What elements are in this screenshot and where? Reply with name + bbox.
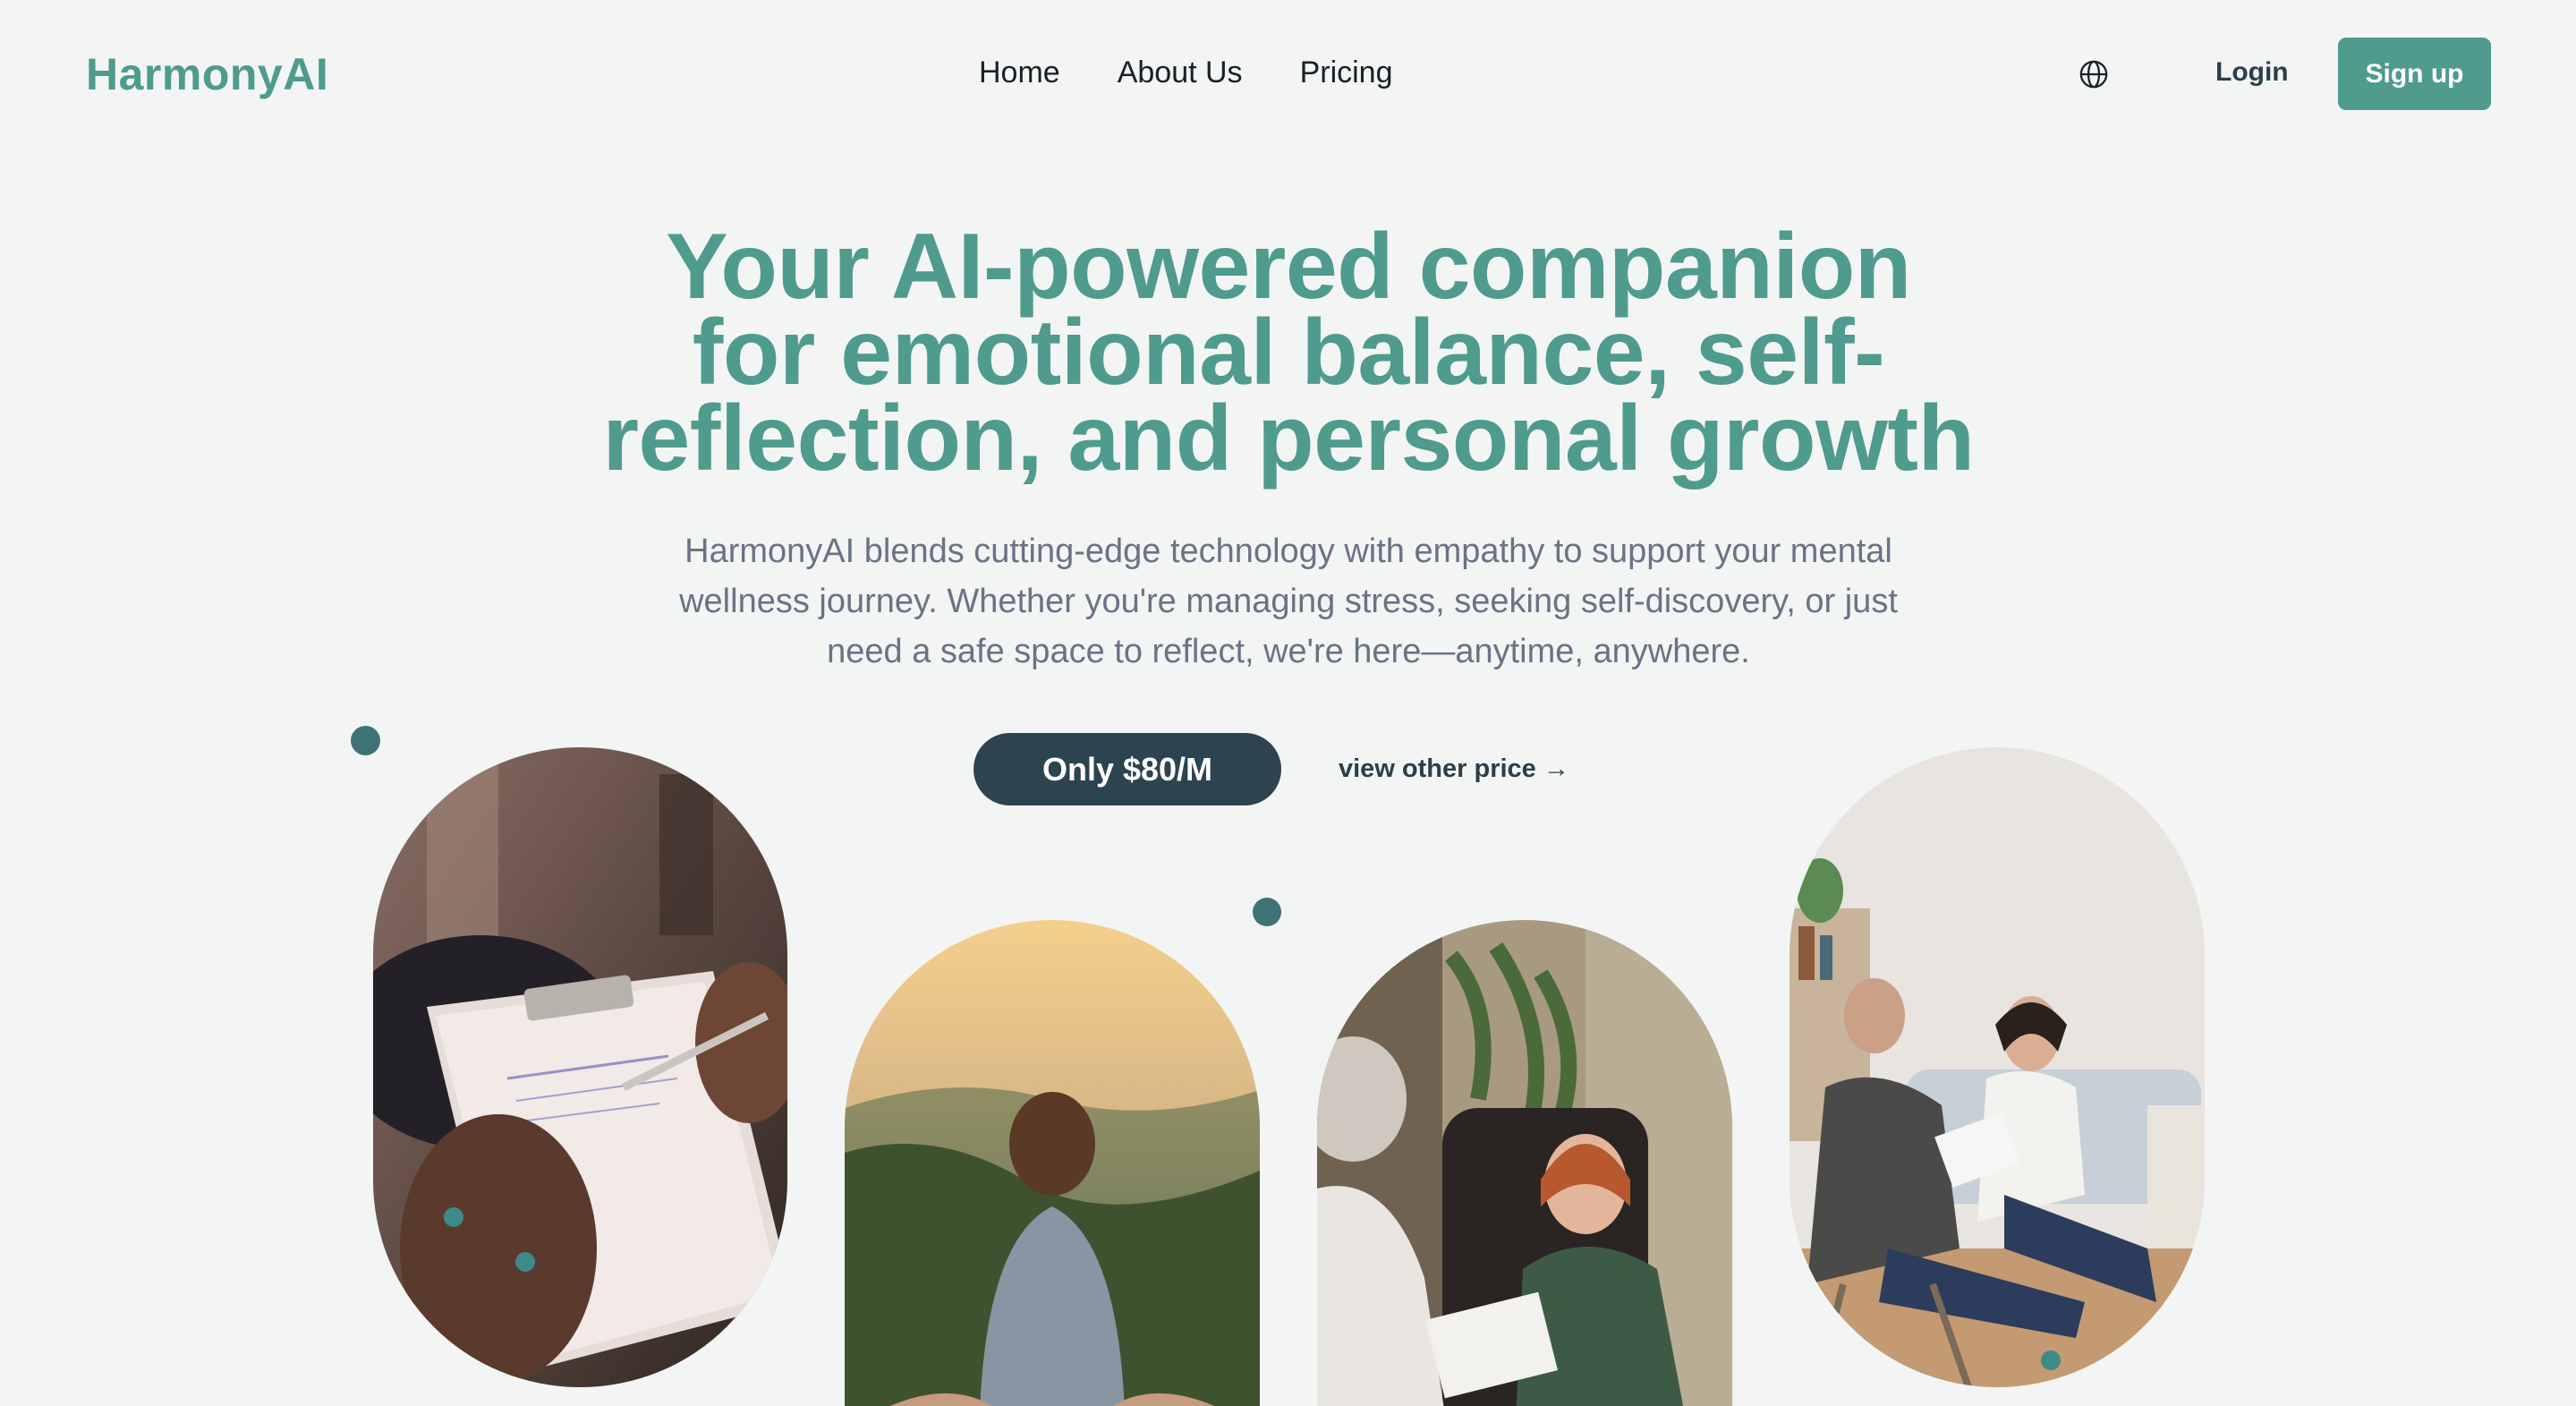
view-other-price-link[interactable]: view other price → xyxy=(1339,754,1569,784)
hero-headline: Your AI-powered companion for emotional … xyxy=(483,220,2094,485)
brand-logo[interactable]: HarmonyAI xyxy=(86,48,328,100)
subtitle-line-3: need a safe space to reflect, we're here… xyxy=(827,633,1750,670)
pricing-cta-button[interactable]: Only $80/M xyxy=(973,733,1281,805)
gallery-image-therapy-session xyxy=(1317,920,1732,1406)
landing-page: HarmonyAI Home About Us Pricing Login Si… xyxy=(0,0,2576,1406)
globe-icon[interactable] xyxy=(2079,59,2109,89)
nav-link-about-us[interactable]: About Us xyxy=(1118,55,1243,90)
nav-link-home[interactable]: Home xyxy=(979,55,1060,90)
main-nav: Home About Us Pricing xyxy=(979,55,1393,90)
subtitle-line-2: wellness journey. Whether you're managin… xyxy=(679,583,1898,620)
hero-subtitle: HarmonyAI blends cutting-edge technology… xyxy=(573,526,2004,677)
gallery-image-meditation xyxy=(845,920,1260,1406)
decorative-dot xyxy=(351,726,380,755)
decorative-dot xyxy=(1253,898,1281,926)
gallery-image-clipboard xyxy=(373,747,787,1387)
nav-link-pricing[interactable]: Pricing xyxy=(1300,55,1393,90)
signup-button[interactable]: Sign up xyxy=(2338,38,2491,110)
headline-line-3: reflection, and personal growth xyxy=(602,387,1975,490)
gallery-image-counseling xyxy=(1790,747,2205,1387)
subtitle-line-1: HarmonyAI blends cutting-edge technology… xyxy=(684,533,1892,570)
login-button[interactable]: Login xyxy=(2215,57,2289,88)
